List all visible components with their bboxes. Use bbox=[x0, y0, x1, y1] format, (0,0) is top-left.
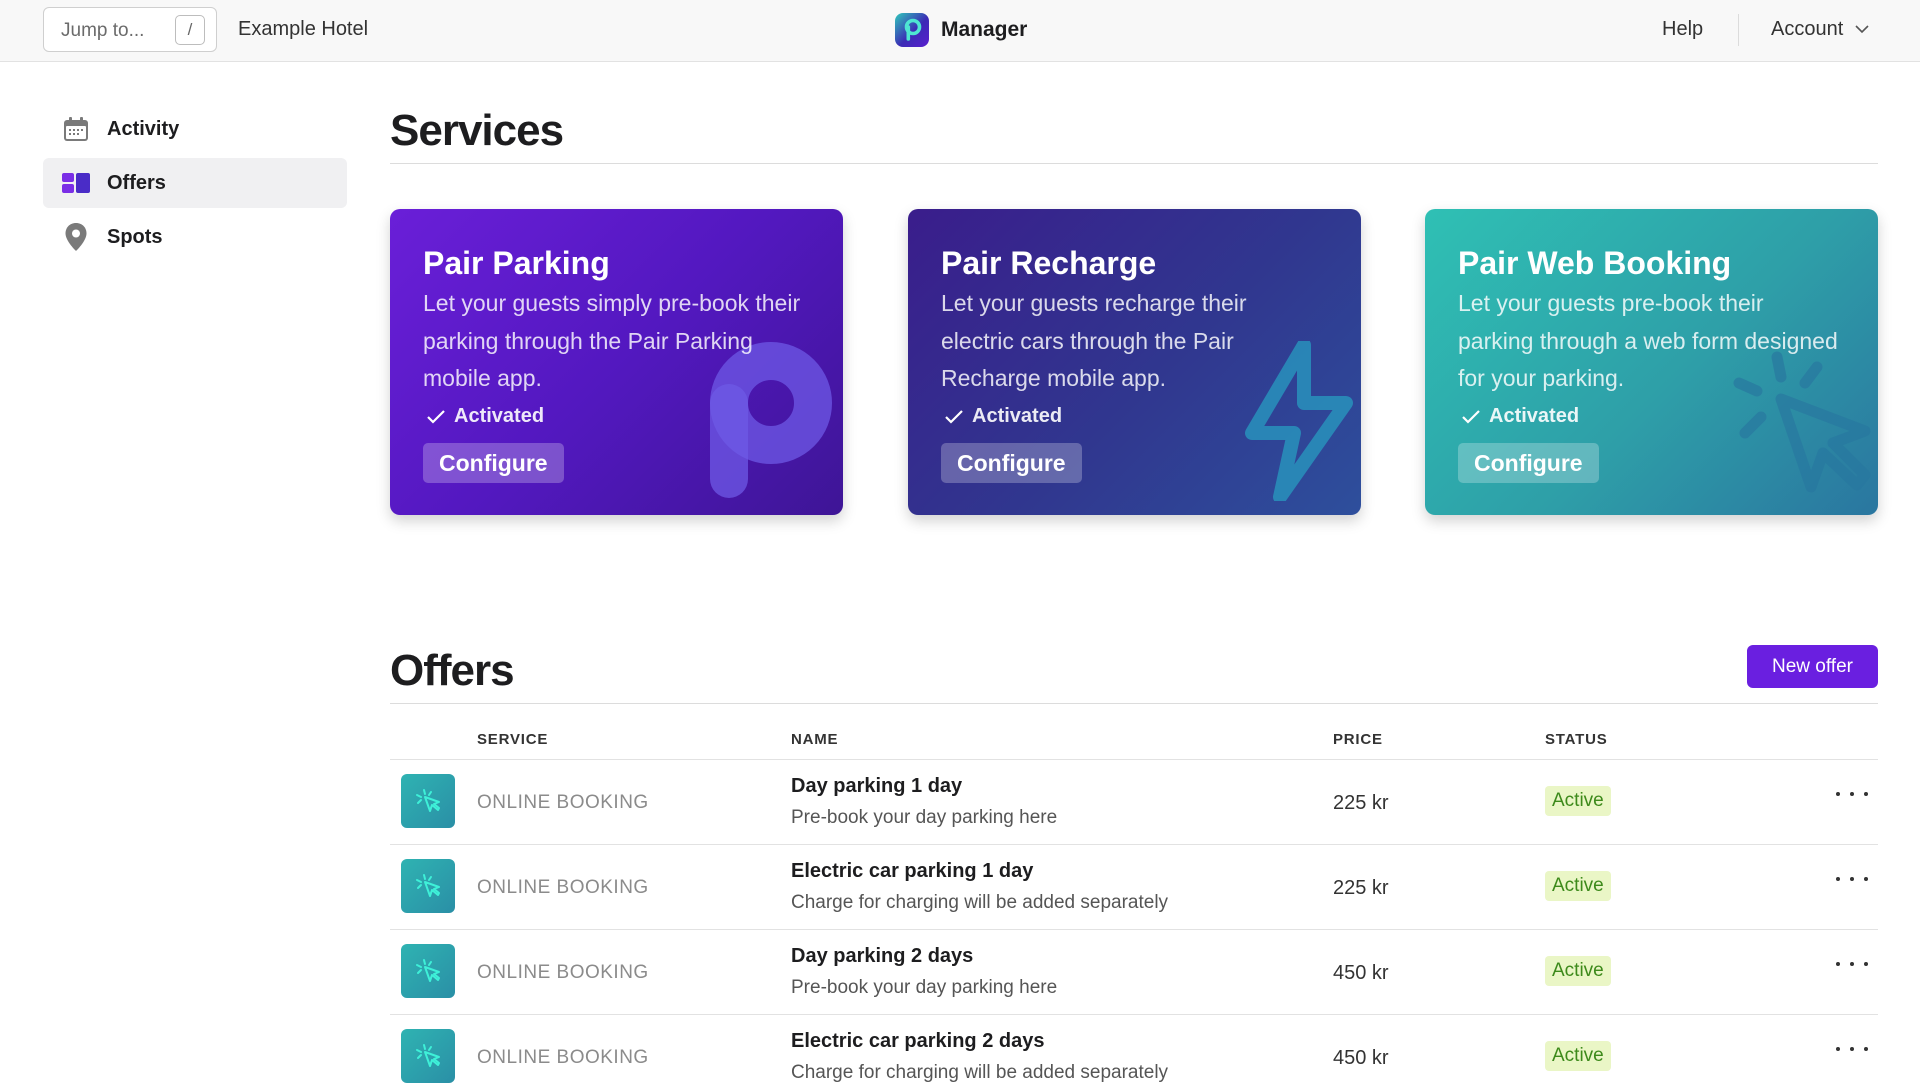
services-divider bbox=[390, 163, 1878, 164]
column-header-price[interactable]: PRICE bbox=[1333, 731, 1383, 748]
keyboard-shortcut-hint: / bbox=[175, 15, 205, 45]
top-bar: Jump to... / Example Hotel Manager Help … bbox=[0, 0, 1920, 62]
topbar-divider bbox=[1738, 14, 1739, 46]
table-row[interactable]: ONLINE BOOKING Day parking 2 days Pre-bo… bbox=[390, 929, 1878, 1014]
table-row[interactable]: ONLINE BOOKING Day parking 1 day Pre-boo… bbox=[390, 759, 1878, 844]
offer-description: Charge for charging will be added separa… bbox=[791, 1062, 1169, 1083]
sidebar-item-spots[interactable]: Spots bbox=[43, 212, 347, 262]
sidebar-item-label: Offers bbox=[107, 171, 166, 194]
offer-name: Electric car parking 2 days bbox=[791, 1030, 1045, 1052]
app-name: Manager bbox=[941, 18, 1028, 41]
cursor-click-icon bbox=[401, 859, 455, 913]
offers-grid-icon bbox=[61, 168, 91, 198]
more-options-icon[interactable] bbox=[1836, 1037, 1868, 1061]
calendar-icon bbox=[61, 114, 91, 144]
offer-price: 225 kr bbox=[1333, 877, 1389, 899]
sidebar-item-offers[interactable]: Offers bbox=[43, 158, 347, 208]
offer-price: 225 kr bbox=[1333, 792, 1389, 814]
new-offer-button[interactable]: New offer bbox=[1747, 645, 1878, 688]
more-options-icon[interactable] bbox=[1836, 952, 1868, 976]
configure-button[interactable]: Configure bbox=[941, 443, 1082, 483]
offers-divider bbox=[390, 703, 1878, 704]
column-header-service[interactable]: SERVICE bbox=[477, 731, 548, 748]
more-options-icon[interactable] bbox=[1836, 782, 1868, 806]
card-status: Activated bbox=[426, 405, 544, 428]
pair-logo-icon bbox=[895, 13, 929, 47]
configure-button[interactable]: Configure bbox=[1458, 443, 1599, 483]
card-description: Let your guests simply pre-book their pa… bbox=[423, 290, 801, 391]
card-status: Activated bbox=[1461, 405, 1579, 428]
offer-name: Day parking 1 day bbox=[791, 775, 963, 797]
sidebar-item-label: Activity bbox=[107, 117, 180, 140]
card-title: Pair Parking bbox=[423, 245, 610, 281]
table-row[interactable]: ONLINE BOOKING Electric car parking 2 da… bbox=[390, 1014, 1878, 1088]
hotel-name[interactable]: Example Hotel bbox=[238, 18, 368, 41]
offer-service: ONLINE BOOKING bbox=[477, 962, 649, 983]
offer-description: Charge for charging will be added separa… bbox=[791, 892, 1169, 913]
cursor-click-icon bbox=[401, 774, 455, 828]
card-status-label: Activated bbox=[972, 405, 1063, 427]
status-badge: Active bbox=[1545, 871, 1611, 901]
column-header-status[interactable]: STATUS bbox=[1545, 731, 1608, 748]
jump-to-placeholder: Jump to... bbox=[61, 20, 145, 41]
more-options-icon[interactable] bbox=[1836, 867, 1868, 891]
card-title: Pair Recharge bbox=[941, 245, 1157, 281]
cursor-click-icon bbox=[401, 1029, 455, 1083]
checkmark-icon bbox=[1462, 409, 1480, 424]
offer-name: Electric car parking 1 day bbox=[791, 860, 1034, 882]
app-brand[interactable]: Manager bbox=[895, 13, 1027, 47]
card-status-label: Activated bbox=[1489, 405, 1580, 427]
status-badge: Active bbox=[1545, 1041, 1611, 1071]
offer-service: ONLINE BOOKING bbox=[477, 1047, 649, 1068]
status-badge: Active bbox=[1545, 956, 1611, 986]
sidebar-item-label: Spots bbox=[107, 225, 163, 248]
cursor-click-icon bbox=[401, 944, 455, 998]
offer-description: Pre-book your day parking here bbox=[791, 807, 1058, 828]
card-description: Let your guests pre-book their parking t… bbox=[1458, 290, 1838, 391]
checkmark-icon bbox=[945, 409, 963, 424]
sidebar: Activity Offers Spots bbox=[43, 104, 347, 266]
offer-price: 450 kr bbox=[1333, 962, 1389, 984]
jump-to-search[interactable]: Jump to... / bbox=[43, 7, 217, 52]
service-card-pair-web-booking: Pair Web Booking Let your guests pre-boo… bbox=[1425, 209, 1878, 515]
chevron-down-icon bbox=[1855, 25, 1869, 34]
offer-service: ONLINE BOOKING bbox=[477, 792, 649, 813]
card-status-label: Activated bbox=[454, 405, 545, 427]
offer-name: Day parking 2 days bbox=[791, 945, 974, 967]
offer-description: Pre-book your day parking here bbox=[791, 977, 1058, 998]
account-menu[interactable]: Account bbox=[1771, 18, 1869, 41]
offer-service: ONLINE BOOKING bbox=[477, 877, 649, 898]
card-title: Pair Web Booking bbox=[1458, 245, 1732, 281]
help-link[interactable]: Help bbox=[1662, 18, 1703, 41]
configure-button[interactable]: Configure bbox=[423, 443, 564, 483]
map-pin-icon bbox=[61, 222, 91, 252]
checkmark-icon bbox=[427, 409, 445, 424]
status-badge: Active bbox=[1545, 786, 1611, 816]
column-header-name[interactable]: NAME bbox=[791, 731, 838, 748]
sidebar-item-activity[interactable]: Activity bbox=[43, 104, 347, 154]
offers-heading: Offers bbox=[390, 646, 515, 695]
service-card-pair-parking: Pair Parking Let your guests simply pre-… bbox=[390, 209, 843, 515]
table-row[interactable]: ONLINE BOOKING Electric car parking 1 da… bbox=[390, 844, 1878, 929]
service-card-pair-recharge: Pair Recharge Let your guests recharge t… bbox=[908, 209, 1361, 515]
card-description: Let your guests recharge their electric … bbox=[941, 290, 1247, 391]
account-label: Account bbox=[1771, 18, 1844, 40]
card-status: Activated bbox=[944, 405, 1062, 428]
services-heading: Services bbox=[390, 106, 564, 155]
offer-price: 450 kr bbox=[1333, 1047, 1389, 1069]
